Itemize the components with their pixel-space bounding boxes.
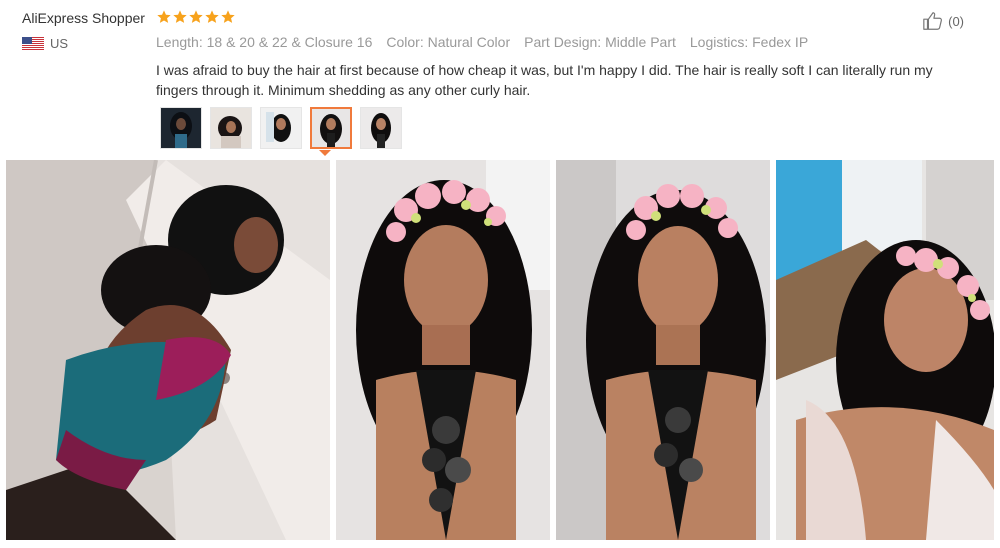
review-thumbnail[interactable] — [160, 107, 202, 149]
us-flag-icon — [22, 37, 44, 50]
star-icon — [173, 10, 187, 23]
review-thumbnails — [160, 107, 402, 149]
review-photo[interactable] — [556, 160, 770, 540]
helpful-count: (0) — [948, 13, 964, 29]
review-photo[interactable] — [6, 160, 330, 540]
attribute-color: Color: Natural Color — [386, 34, 511, 50]
review-photo[interactable] — [336, 160, 550, 540]
star-icon — [221, 10, 235, 23]
helpful-button[interactable]: (0) — [922, 10, 964, 32]
product-attributes: Length: 18 & 20 & 22 & Closure 16 Color:… — [156, 34, 808, 50]
attribute-length: Length: 18 & 20 & 22 & Closure 16 — [156, 34, 373, 50]
thumbs-up-icon[interactable] — [922, 10, 944, 32]
review-thumbnail[interactable] — [210, 107, 252, 149]
star-icon — [205, 10, 219, 23]
attribute-logistics: Logistics: Fedex IP — [689, 34, 809, 50]
review-thumbnail[interactable] — [260, 107, 302, 149]
review-thumbnail-active[interactable] — [310, 107, 352, 149]
review-thumbnail[interactable] — [360, 107, 402, 149]
country-code: US — [50, 36, 69, 51]
reviewer-name: AliExpress Shopper — [22, 10, 145, 26]
review-text: I was afraid to buy the hair at first be… — [156, 62, 933, 98]
review-photo[interactable] — [776, 160, 994, 540]
star-icon — [189, 10, 203, 23]
star-icon — [157, 10, 171, 23]
attribute-part-design: Part Design: Middle Part — [524, 34, 676, 50]
rating-stars — [156, 9, 236, 25]
active-thumbnail-indicator — [319, 150, 331, 156]
reviewer-country: US — [22, 36, 68, 51]
